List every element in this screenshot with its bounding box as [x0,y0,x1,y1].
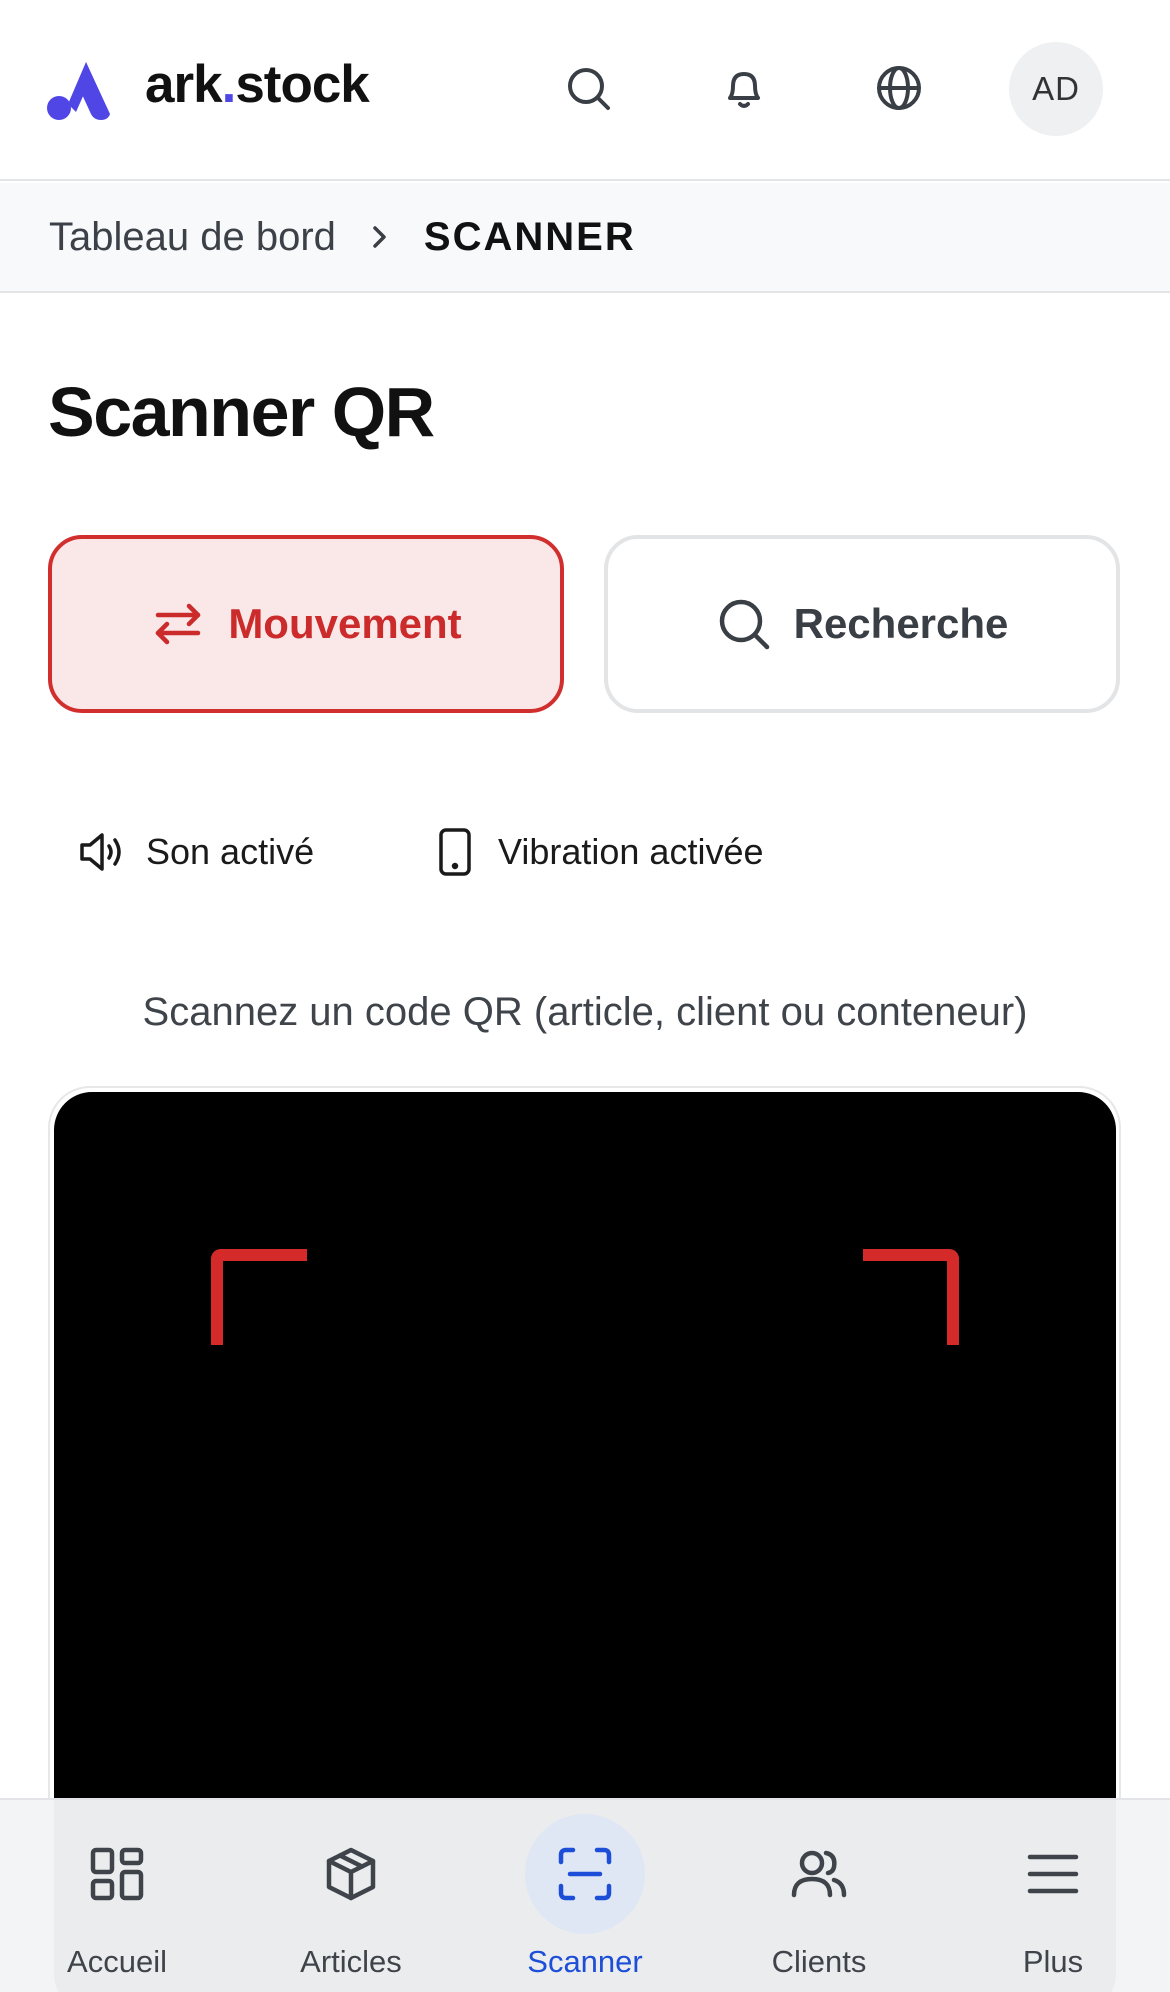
speaker-icon [80,833,121,871]
bell-icon[interactable] [718,62,770,114]
breadcrumb: Tableau de bord SCANNER [0,183,1170,293]
nav-icon-wrap [525,1814,645,1934]
scanner-page: ark. stock AD Tableau de bord SCANNER Sca… [0,0,1170,1992]
nav-icon-wrap [291,1814,411,1934]
nav-label: Scanner [527,1944,643,1979]
search-icon[interactable] [562,62,614,114]
nav-label: Accueil [67,1944,167,1979]
menu-icon [1027,1854,1079,1894]
nav-label: Articles [300,1944,402,1979]
movement-mode-button[interactable]: Mouvement [48,535,564,713]
scan-icon [558,1847,612,1901]
user-avatar[interactable]: AD [1009,42,1103,136]
brand-dot: . [221,54,237,114]
page-title: Scanner QR [48,373,435,451]
scan-instruction: Scannez un code QR (article, client ou c… [142,990,1028,1034]
box-icon [326,1847,376,1901]
ark-logo-icon[interactable] [46,60,112,122]
sound-toggle[interactable]: Son activé [78,820,314,884]
nav-label: Plus [1022,1944,1084,1979]
nav-icon-wrap [993,1814,1113,1934]
vibration-toggle-label: Vibration activée [498,831,764,872]
breadcrumb-dashboard-link[interactable]: Tableau de bord [49,215,336,260]
brand-suffix: stock [235,54,369,114]
phone-vibrate-icon [439,828,471,876]
scan-corner-top-left [211,1249,307,1345]
search-icon [719,599,769,650]
grid-icon [90,1847,144,1901]
nav-item-plus[interactable]: Plus [953,1800,1153,1992]
users-icon [791,1850,847,1898]
chevron-right-icon [373,226,386,248]
nav-item-articles[interactable]: Articles [251,1800,451,1992]
arrows-swap-icon [156,603,201,645]
globe-icon[interactable] [873,62,925,114]
movement-mode-label: Mouvement [228,600,462,647]
nav-item-scanner[interactable]: Scanner [485,1800,685,1992]
brand-prefix: ark [145,54,223,114]
nav-item-clients[interactable]: Clients [719,1800,919,1992]
brand-name[interactable]: ark. stock [145,52,370,116]
vibration-toggle[interactable]: Vibration activée [430,820,764,884]
nav-icon-wrap [57,1814,177,1934]
nav-icon-wrap [759,1814,879,1934]
search-mode-button[interactable]: Recherche [604,535,1120,713]
search-mode-label: Recherche [793,600,1009,647]
sound-toggle-label: Son activé [146,831,315,872]
scan-corner-top-right [863,1249,959,1345]
bottom-navigation: Accueil Articles Scanner Clients Plus [0,1798,1170,1992]
breadcrumb-current: SCANNER [423,214,636,259]
nav-item-accueil[interactable]: Accueil [17,1800,217,1992]
nav-label: Clients [771,1944,867,1979]
top-header: ark. stock AD [0,0,1170,181]
